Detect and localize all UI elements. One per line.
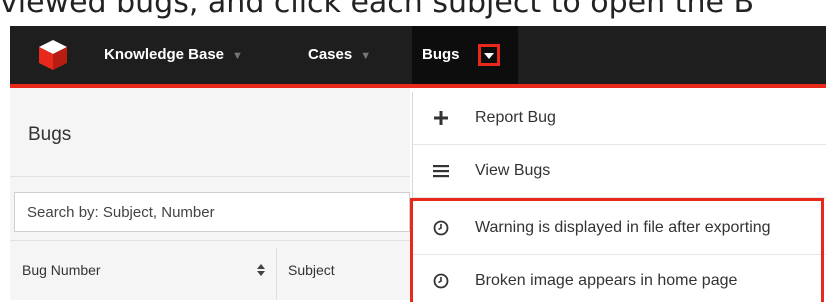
divider: [10, 240, 410, 241]
menu-item-report-bug[interactable]: Report Bug: [413, 92, 826, 144]
top-nav-bar: Knowledge Base ▼ Cases ▼ Bugs: [10, 26, 826, 84]
list-icon: [433, 165, 449, 178]
nav-label: Bugs: [422, 46, 460, 63]
nav-bugs[interactable]: Bugs: [412, 26, 518, 84]
plus-icon: [434, 111, 448, 125]
nav-cases[interactable]: Cases ▼: [308, 26, 371, 84]
menu-item-label: View Bugs: [475, 162, 551, 179]
menu-item-view-bugs[interactable]: View Bugs: [413, 145, 826, 197]
bugs-dropdown-toggle[interactable]: [478, 44, 500, 66]
nav-knowledge-base[interactable]: Knowledge Base ▼: [104, 26, 243, 84]
logo-icon[interactable]: [36, 38, 70, 72]
search-input[interactable]: [14, 192, 410, 232]
caption-text: viewed bugs, and click each subject to o…: [0, 0, 755, 20]
page-title: Bugs: [28, 124, 72, 145]
chevron-down-icon: ▼: [232, 50, 243, 62]
menu-item-label: Report Bug: [475, 109, 556, 126]
sort-icon[interactable]: [256, 262, 266, 278]
recent-bugs-highlight: [410, 198, 824, 302]
column-divider: [276, 248, 277, 300]
divider: [10, 176, 410, 177]
caret-down-icon: [484, 53, 494, 59]
nav-label: Cases: [308, 46, 353, 63]
column-header-bug-number[interactable]: Bug Number: [22, 262, 101, 278]
nav-label: Knowledge Base: [104, 46, 225, 63]
chevron-down-icon: ▼: [360, 50, 372, 62]
column-header-subject[interactable]: Subject: [288, 262, 335, 278]
